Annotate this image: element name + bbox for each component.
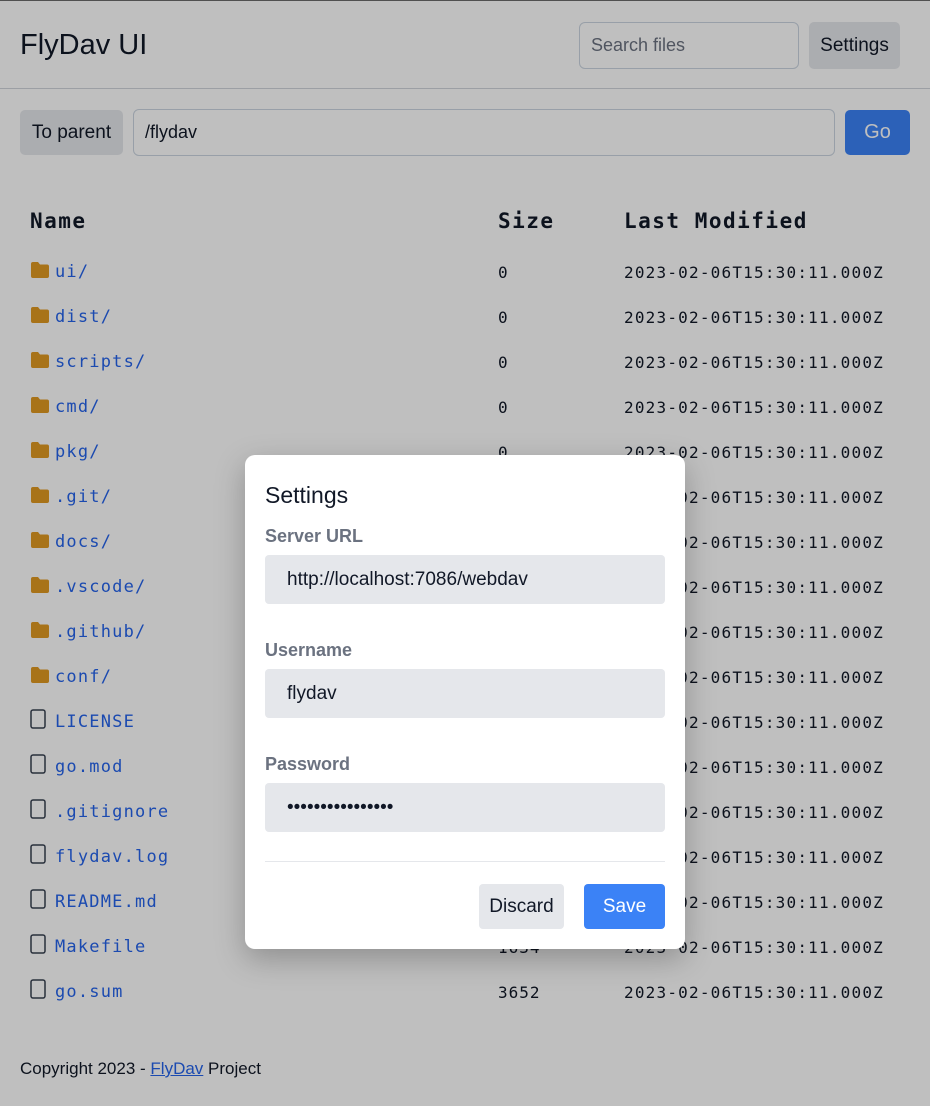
password-field[interactable] <box>265 783 665 832</box>
server-url-field[interactable] <box>265 555 665 604</box>
modal-divider <box>265 861 665 862</box>
username-label: Username <box>265 640 353 660</box>
save-button[interactable]: Save <box>584 884 665 929</box>
server-url-label: Server URL <box>265 526 364 546</box>
modal-title: Settings <box>265 482 349 508</box>
page: FlyDav UI Settings To parent Go Name Siz… <box>0 0 930 1106</box>
discard-button[interactable]: Discard <box>479 884 564 929</box>
password-label: Password <box>265 754 351 774</box>
settings-modal: Settings Server URL Username Password Di… <box>245 455 685 949</box>
username-field[interactable] <box>265 669 665 718</box>
